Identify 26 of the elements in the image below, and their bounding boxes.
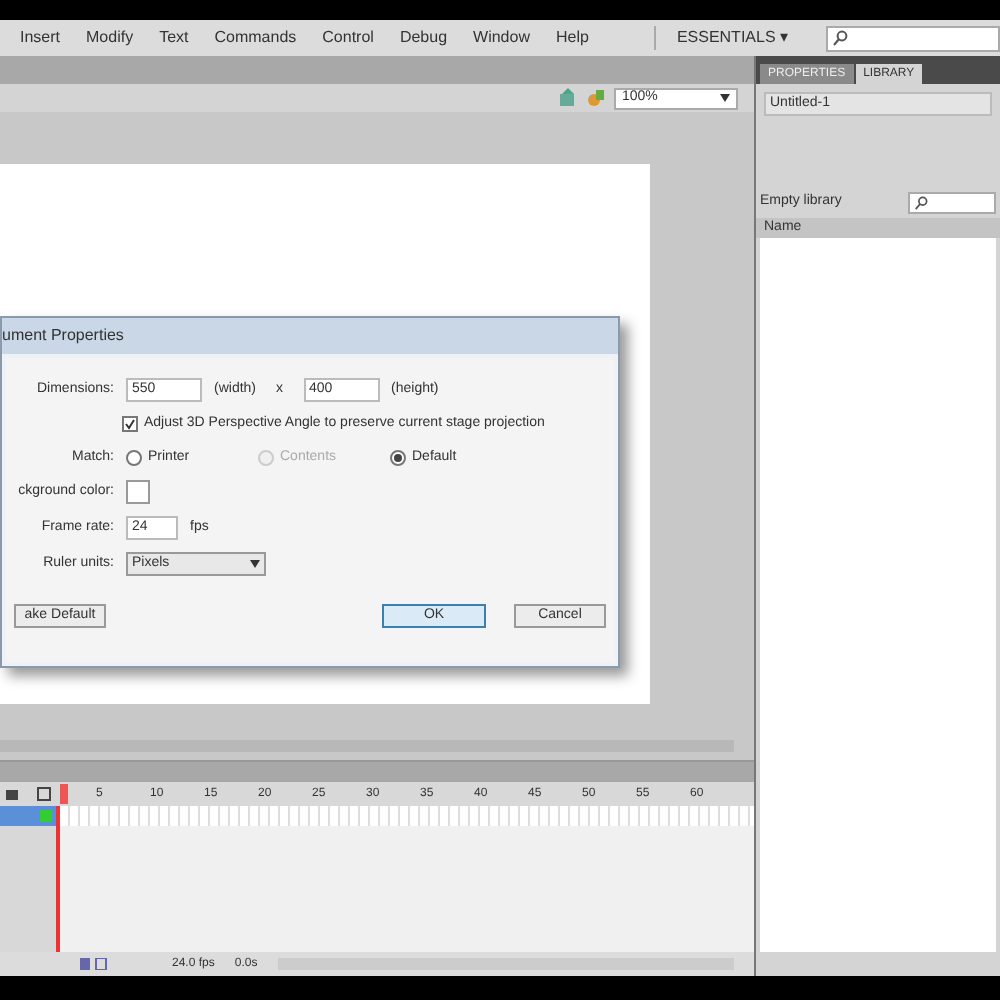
search-icon: [832, 30, 849, 46]
menu-item[interactable]: Commands: [214, 26, 297, 50]
radio-button[interactable]: [390, 449, 406, 466]
caret-icon: [250, 560, 260, 568]
menu-item[interactable]: Control: [322, 26, 374, 50]
search-field[interactable]: [826, 25, 1000, 51]
menu-item[interactable]: Help: [555, 26, 589, 50]
outline-icon[interactable]: [36, 786, 52, 802]
color-swatch[interactable]: [126, 480, 150, 504]
menu-item[interactable]: Text: [159, 26, 189, 50]
menu-item[interactable]: Debug: [399, 26, 448, 50]
edit-symbol-icon[interactable]: [586, 88, 606, 108]
menu-item[interactable]: Window: [473, 26, 530, 50]
onion-skin-icon[interactable]: [80, 958, 112, 970]
menu-item[interactable]: Insert: [20, 26, 61, 50]
menu-item[interactable]: Modify: [86, 26, 134, 50]
caret-icon: [720, 94, 730, 102]
edit-scene-icon[interactable]: [558, 88, 578, 108]
search-icon: [914, 196, 928, 210]
workspace-switcher[interactable]: ESSENTIALS ▾: [654, 26, 789, 50]
eye-icon[interactable]: [4, 786, 20, 802]
dialog-title: ument Properties: [2, 318, 618, 354]
checkbox[interactable]: [122, 416, 138, 433]
library-search-field[interactable]: [908, 192, 996, 214]
layer-color-icon: [40, 810, 52, 822]
radio-button[interactable]: [126, 449, 142, 466]
